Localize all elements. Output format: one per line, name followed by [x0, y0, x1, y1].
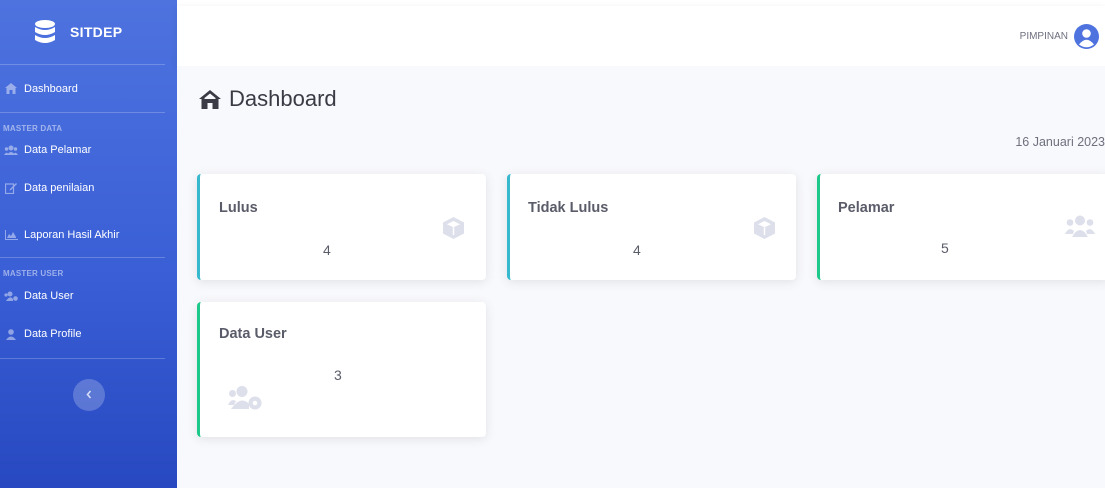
- main-content: Dashboard 16 Januari 2023 Lulus 4 Tidak …: [177, 66, 1105, 488]
- page-title-text: Dashboard: [229, 86, 337, 111]
- chevron-left-icon: [85, 386, 93, 404]
- sidebar-item-data-profile[interactable]: Data Profile: [0, 310, 177, 358]
- card-pelamar[interactable]: Pelamar 5: [817, 174, 1105, 280]
- card-value: 4: [633, 242, 641, 258]
- sidebar-heading-master-data: MASTER DATA: [3, 124, 63, 133]
- current-date: 16 Januari 2023: [1015, 135, 1105, 149]
- sidebar-item-laporan-hasil-akhir[interactable]: Laporan Hasil Akhir: [0, 213, 177, 257]
- sidebar-item-data-pelamar[interactable]: Data Pelamar: [0, 137, 177, 163]
- sidebar-item-label: Data penilaian: [24, 182, 95, 194]
- card-value: 3: [334, 367, 342, 383]
- users-cog-icon: [228, 385, 262, 411]
- card-tidak-lulus[interactable]: Tidak Lulus 4: [507, 174, 796, 280]
- sidebar-item-label: Dashboard: [24, 82, 78, 95]
- sidebar-toggle-wrap: [0, 359, 177, 411]
- sidebar-item-label: Laporan Hasil Akhir: [24, 229, 120, 241]
- box-icon: [754, 217, 775, 239]
- card-title: Lulus: [219, 200, 258, 216]
- user-name[interactable]: PIMPINAN: [1020, 31, 1068, 42]
- database-icon: [32, 18, 58, 46]
- user-circle-icon[interactable]: [1074, 23, 1099, 49]
- card-value: 4: [323, 242, 331, 258]
- card-data-user[interactable]: Data User 3: [197, 302, 486, 437]
- sidebar-item-label: Data Profile: [24, 328, 82, 340]
- user-icon: [4, 328, 18, 340]
- edit-icon: [4, 182, 18, 194]
- card-title: Pelamar: [838, 200, 895, 216]
- app: SITDEP Dashboard MASTER DATA Data Pelama…: [0, 0, 1105, 488]
- card-title: Data User: [219, 326, 287, 342]
- sidebar-item-data-penilaian[interactable]: Data penilaian: [0, 163, 177, 213]
- home-icon: [4, 83, 18, 94]
- card-value: 5: [941, 240, 949, 256]
- sidebar-toggle-button[interactable]: [72, 379, 105, 411]
- chart-area-icon: [4, 230, 18, 240]
- sidebar-heading-master-user: MASTER USER: [3, 269, 64, 278]
- home-icon: [199, 89, 221, 109]
- topbar: PIMPINAN: [177, 6, 1105, 66]
- sidebar-brand[interactable]: SITDEP: [0, 0, 177, 64]
- sidebar: SITDEP Dashboard MASTER DATA Data Pelama…: [0, 0, 177, 488]
- page-title: Dashboard: [199, 86, 337, 112]
- users-cog-icon: [4, 291, 18, 301]
- users-icon: [1065, 215, 1095, 237]
- box-icon: [443, 217, 464, 239]
- sidebar-item-label: Data Pelamar: [24, 144, 92, 156]
- brand-name: SITDEP: [70, 24, 123, 40]
- sidebar-item-dashboard[interactable]: Dashboard: [0, 65, 177, 112]
- sidebar-item-data-user[interactable]: Data User: [0, 282, 177, 310]
- users-icon: [4, 145, 18, 155]
- sidebar-item-label: Data User: [24, 290, 74, 302]
- card-lulus[interactable]: Lulus 4: [197, 174, 486, 280]
- card-title: Tidak Lulus: [528, 200, 609, 216]
